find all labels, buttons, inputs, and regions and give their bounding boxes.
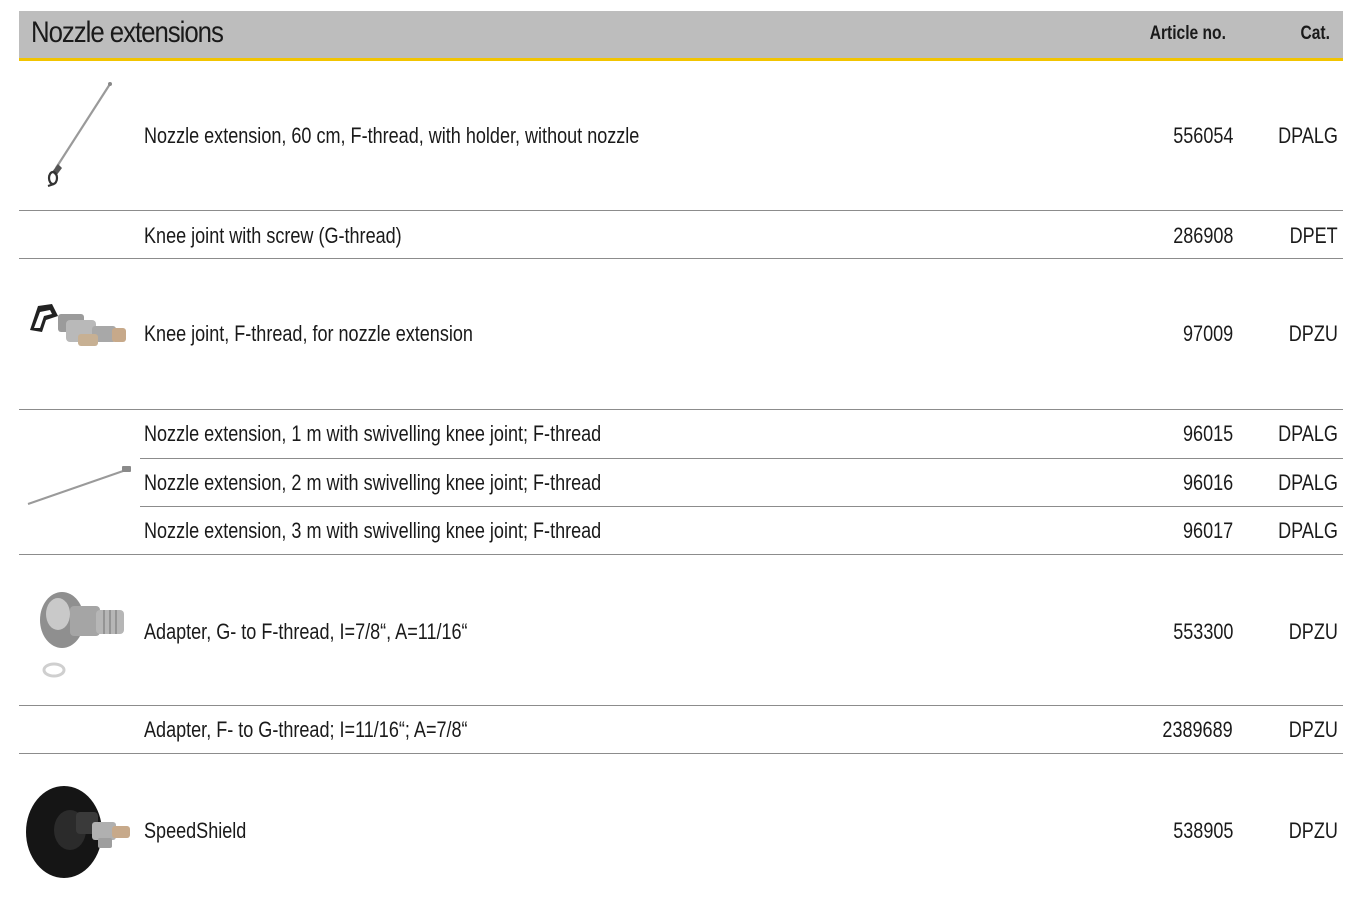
row-divider — [140, 506, 1343, 507]
row-divider — [19, 554, 1343, 555]
list-item-description: SpeedShield — [144, 818, 247, 843]
list-item-cat: DPALG — [1278, 518, 1338, 543]
list-item-cat: DPALG — [1278, 123, 1338, 148]
row-divider — [140, 458, 1343, 459]
list-item-cat: DPALG — [1278, 421, 1338, 446]
list-item-description: Nozzle extension, 3 m with swivelling kn… — [144, 518, 602, 543]
list-item-article-no: 286908 — [1172, 223, 1233, 248]
list-item-cat: DPALG — [1278, 470, 1338, 495]
list-item-article-no: 96015 — [1182, 421, 1233, 446]
list-item-description: Adapter, G- to F-thread, I=7/8“, A=11/16… — [144, 619, 468, 644]
list-item-description: Nozzle extension, 60 cm, F-thread, with … — [144, 123, 640, 148]
list-item-article-no: 96017 — [1182, 518, 1233, 543]
cat-column-header: Cat. — [1300, 23, 1330, 44]
list-item-article-no: 556054 — [1172, 123, 1233, 148]
section-title: Nozzle extensions — [31, 16, 224, 49]
list-item-article-no: 553300 — [1172, 619, 1233, 644]
list-item-description: Nozzle extension, 2 m with swivelling kn… — [144, 470, 602, 495]
article-no-column-header: Article no. — [1149, 23, 1226, 44]
row-divider — [19, 210, 1343, 211]
section-header: Nozzle extensions Article no. Cat. — [19, 11, 1343, 61]
nozzle-extension-holder-image — [47, 82, 112, 187]
list-item-description: Knee joint with screw (G-thread) — [144, 223, 402, 248]
list-item-article-no: 538905 — [1172, 818, 1233, 843]
list-item-article-no: 2389689 — [1162, 717, 1233, 742]
list-item-article-no: 96016 — [1182, 470, 1233, 495]
list-item-cat: DPZU — [1288, 818, 1338, 843]
adapter-image — [24, 576, 136, 688]
list-item-description: Knee joint, F-thread, for nozzle extensi… — [144, 321, 473, 346]
list-item-cat: DPZU — [1288, 619, 1338, 644]
list-item-description: Adapter, F- to G-thread; I=11/16“; A=7/8… — [144, 717, 468, 742]
row-divider — [19, 409, 1343, 410]
speedshield-image — [22, 772, 138, 888]
list-item-cat: DPZU — [1288, 321, 1338, 346]
list-item-cat: DPZU — [1288, 717, 1338, 742]
row-divider — [19, 258, 1343, 259]
row-divider — [19, 753, 1343, 754]
knee-joint-image — [22, 280, 136, 388]
nozzle-extension-rod-image — [27, 466, 131, 505]
list-item-cat: DPET — [1289, 223, 1338, 248]
row-divider — [19, 705, 1343, 706]
list-item-description: Nozzle extension, 1 m with swivelling kn… — [144, 421, 602, 446]
list-item-article-no: 97009 — [1182, 321, 1233, 346]
